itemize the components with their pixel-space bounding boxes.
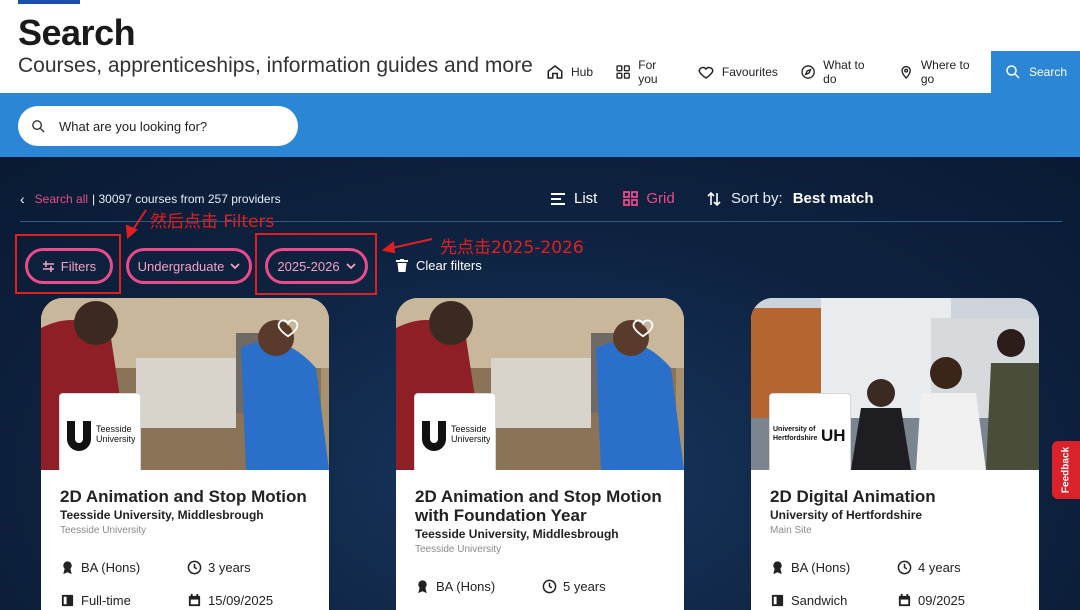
duration-value: 3 years: [208, 560, 251, 575]
logo-text-line1: University of: [773, 426, 816, 433]
course-meta-row: BA (Hons) 3 years: [60, 560, 314, 575]
logo-text-line2: University: [451, 434, 490, 444]
course-title[interactable]: 2D Animation and Stop Motion: [60, 487, 310, 506]
nav-where-to-go[interactable]: Where to go: [887, 51, 991, 93]
course-card[interactable]: University of Hertfordshire UH 2D Digita…: [751, 298, 1039, 610]
nav-hub-label: Hub: [571, 65, 594, 79]
start-date-value: 15/09/2025: [208, 593, 274, 608]
qualification: BA (Hons): [770, 560, 897, 575]
home-icon: [547, 65, 563, 79]
site-header: Search Courses, apprenticeships, informa…: [0, 0, 1080, 93]
nav-where-to-go-label: Where to go: [920, 58, 970, 86]
page-title: Search: [18, 12, 136, 53]
search-icon: [1006, 65, 1020, 79]
nav-what-to-do-label: What to do: [823, 58, 865, 86]
logo-text-line2: University: [96, 434, 135, 444]
card-body: 2D Digital Animation University of Hertf…: [751, 470, 1039, 610]
duration-value: 4 years: [918, 560, 961, 575]
nav-what-to-do[interactable]: What to do: [789, 51, 887, 93]
provider-logo: University of Hertfordshire UH: [769, 393, 851, 475]
course-provider: University of Hertfordshire: [770, 508, 923, 522]
course-campus: Teesside University: [60, 525, 147, 536]
start-date: 09/2025: [897, 593, 1024, 608]
qualification: BA (Hons): [415, 579, 542, 594]
logo-text-line2: Hertfordshire: [773, 435, 817, 442]
duration: 3 years: [187, 560, 314, 575]
map-pin-icon: [900, 65, 911, 80]
hertfordshire-logo-icon: University of Hertfordshire UH: [773, 426, 846, 445]
page-subtitle: Courses, apprenticeships, information gu…: [18, 54, 533, 77]
heart-icon: [698, 66, 714, 79]
logo-text-line1: Teesside: [96, 424, 132, 434]
feedback-tab[interactable]: Feedback: [1052, 441, 1080, 499]
card-body: 2D Animation and Stop Motion Teesside Un…: [41, 470, 329, 610]
study-mode-value: Sandwich: [791, 593, 848, 608]
course-provider: Teesside University, Middlesbrough: [60, 508, 264, 522]
clock-icon: [542, 579, 557, 594]
study-mode-value: Full-time: [81, 593, 131, 608]
course-meta-row: BA (Hons) 5 years: [415, 579, 669, 594]
course-meta-row: Full-time 15/09/2025: [60, 593, 314, 608]
nav-hub[interactable]: Hub: [535, 51, 604, 93]
nav-favourites[interactable]: Favourites: [686, 51, 789, 93]
nav-favourites-label: Favourites: [721, 65, 778, 79]
study-mode: Sandwich: [770, 593, 897, 608]
duration: 5 years: [542, 579, 669, 594]
course-card[interactable]: Teesside University 2D Animation and Sto…: [41, 298, 329, 610]
results-area: ‹ Search all | 30097 courses from 257 pr…: [0, 157, 1080, 610]
course-campus: Main Site: [770, 525, 812, 536]
grid-icon: [616, 65, 630, 79]
main-nav: Hub For you Favourites What to do Where …: [535, 51, 1080, 93]
annotation-note-filters: 然后点击 Filters: [150, 212, 275, 232]
qualification: BA (Hons): [60, 560, 187, 575]
calendar-icon: [898, 593, 911, 607]
duration-value: 5 years: [563, 579, 606, 594]
nav-for-you-label: For you: [638, 58, 658, 86]
search-icon: [32, 119, 45, 133]
award-icon: [418, 580, 427, 594]
course-campus: Teesside University: [415, 544, 502, 555]
book-icon: [61, 594, 74, 607]
start-date: 15/09/2025: [187, 593, 314, 608]
annotation-note-year: 先点击2025-2026: [440, 238, 584, 258]
course-meta-row: BA (Hons) 4 years: [770, 560, 1024, 575]
course-title-line: with Foundation Year: [415, 506, 587, 525]
logo-text-line1: Teesside: [451, 424, 487, 434]
course-title[interactable]: 2D Digital Animation: [770, 487, 1020, 506]
favourite-heart-icon[interactable]: [632, 318, 654, 338]
nav-for-you[interactable]: For you: [604, 51, 686, 93]
qualification-value: BA (Hons): [81, 560, 141, 575]
feedback-label: Feedback: [1060, 446, 1072, 494]
favourite-heart-icon[interactable]: [277, 318, 299, 338]
course-title-line: 2D Animation and Stop Motion: [415, 487, 662, 506]
study-mode: Full-time: [60, 593, 187, 608]
clock-icon: [897, 560, 912, 575]
course-card[interactable]: Teesside University 2D Animation and Sto…: [396, 298, 684, 610]
nav-search[interactable]: Search: [990, 51, 1080, 93]
logo-text-mark: UH: [821, 426, 846, 445]
header-accent-line: [18, 0, 80, 4]
clock-icon: [187, 560, 202, 575]
award-icon: [773, 561, 782, 575]
search-band: [0, 93, 1080, 157]
provider-logo: Teesside University: [414, 393, 496, 475]
teesside-logo-icon: Teesside University: [422, 421, 490, 451]
qualification-value: BA (Hons): [436, 579, 496, 594]
course-meta-row: Sandwich 09/2025: [770, 593, 1024, 608]
search-input[interactable]: [59, 118, 279, 134]
teesside-logo-icon: Teesside University: [67, 421, 135, 451]
book-icon: [771, 594, 784, 607]
award-icon: [63, 561, 72, 575]
course-provider: Teesside University, Middlesbrough: [415, 527, 619, 541]
compass-icon: [801, 65, 815, 79]
provider-logo: Teesside University: [59, 393, 141, 475]
search-box[interactable]: [18, 106, 298, 146]
start-date-value: 09/2025: [918, 593, 965, 608]
course-title[interactable]: 2D Animation and Stop Motion with Founda…: [415, 487, 665, 525]
duration: 4 years: [897, 560, 1024, 575]
calendar-icon: [188, 593, 201, 607]
nav-search-label: Search: [1028, 65, 1067, 79]
qualification-value: BA (Hons): [791, 560, 851, 575]
